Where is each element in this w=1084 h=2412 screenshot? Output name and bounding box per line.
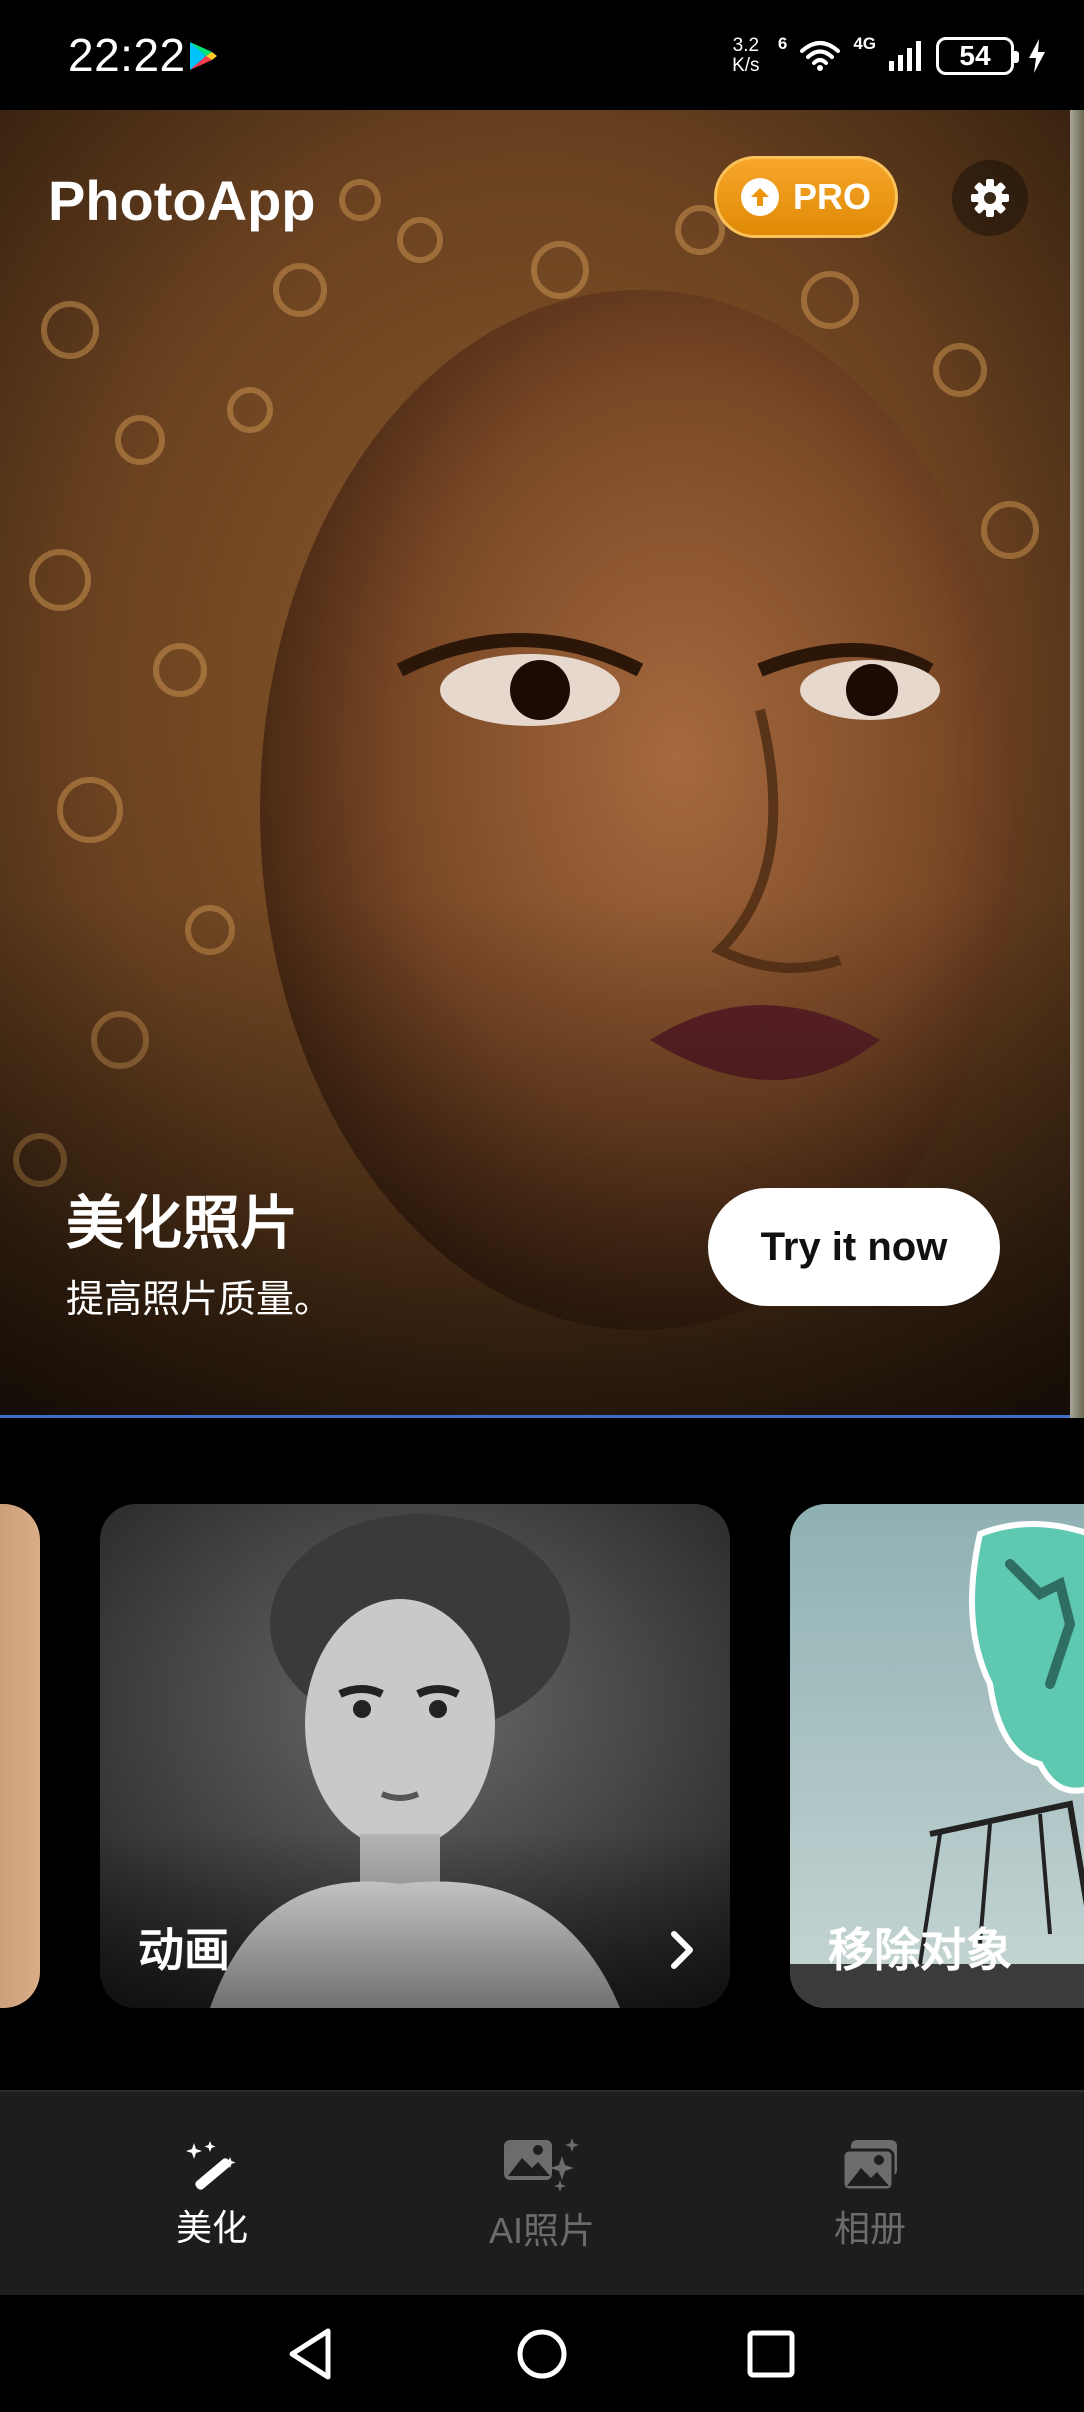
next-banner-peek [1070,110,1084,1418]
upgrade-arrow-icon [740,178,779,216]
screen: 22:22 3.2 K/s 6 4G 54 PhotoApp PRO 美化照片 … [0,0,1084,2412]
nav-item-ai-photo[interactable]: AI照片 [412,2092,672,2297]
gear-icon [971,179,1009,217]
hero-title: 美化照片 [66,1191,299,1256]
app-title: PhotoApp [48,169,316,232]
pro-upgrade-button[interactable]: PRO [714,156,898,238]
pro-label: PRO [792,176,871,217]
network-speed-value: 3.2 [732,35,760,56]
nav-label-ai-photo: AI照片 [488,2209,595,2251]
system-navigation-bar [0,2295,1084,2412]
feature-card-previous[interactable] [0,1504,40,2008]
system-home-button[interactable] [507,2319,577,2389]
card-label-animate: 动画 [138,1924,230,1976]
battery-indicator: 54 [936,37,1019,75]
network-speed-unit: K/s [732,55,760,76]
status-bar: 22:22 3.2 K/s 6 4G 54 [0,0,1084,110]
cellular-type-label: 4G [853,34,876,53]
feature-carousel[interactable]: 动画 移除对象 [0,1504,1084,2008]
system-back-button[interactable] [276,2319,346,2389]
card-label-remove-object: 移除对象 [828,1924,1012,1976]
status-icons: 3.2 K/s 6 4G 54 [726,28,1048,84]
settings-button[interactable] [952,160,1028,236]
nav-label-album: 相册 [833,2207,906,2249]
feature-card-remove-object[interactable]: 移除对象 [790,1504,1084,2008]
hero-banner[interactable]: PhotoApp PRO 美化照片 提高照片质量。 Try it now [0,110,1070,1418]
album-icon [841,2139,897,2191]
nav-label-beautify: 美化 [175,2206,248,2248]
status-time: 22:22 [68,29,186,81]
hero-subtitle: 提高照片质量。 [66,1279,333,1321]
cellular-signal-icon [889,41,921,71]
nav-item-beautify[interactable]: 美化 [82,2092,342,2297]
wifi-standard-label: 6 [777,34,788,53]
nav-item-album[interactable]: 相册 [740,2092,1000,2297]
network-speed: 3.2 K/s [726,36,766,76]
bottom-navigation: 美化 AI照片 相册 [0,2090,1084,2295]
charging-icon [1029,39,1045,73]
play-store-icon [190,42,217,70]
try-it-now-button[interactable]: Try it now [708,1188,1000,1306]
back-triangle-icon [289,2328,331,2380]
chevron-right-icon [671,1931,693,1969]
wifi-icon [800,41,841,71]
system-recents-button[interactable] [736,2319,806,2389]
home-circle-icon [517,2329,567,2379]
magic-wand-icon [186,2140,236,2190]
ai-photo-icon [504,2137,579,2192]
feature-card-animate[interactable]: 动画 [100,1504,730,2008]
recents-square-icon [747,2330,795,2378]
